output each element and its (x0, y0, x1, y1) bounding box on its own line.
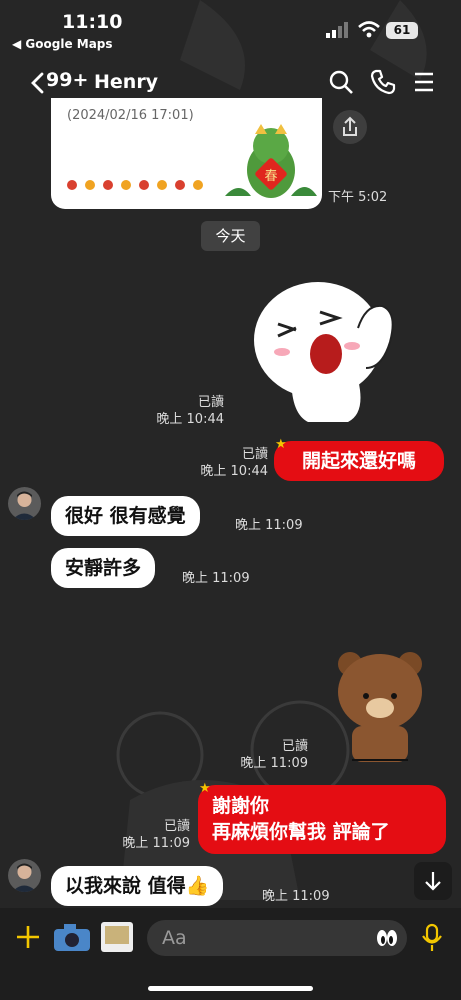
message-input[interactable]: Aa (147, 920, 407, 956)
message-text: 以我來說 值得👍 (65, 875, 210, 897)
decor-dot (121, 180, 131, 190)
signal-icon (326, 22, 348, 38)
read-receipt: 已讀 晚上 10:44 (190, 446, 268, 480)
read-label: 已讀 (163, 819, 190, 834)
message-time: 晚上 10:44 (200, 464, 268, 479)
outgoing-message-bubble[interactable]: 謝謝你 再麻煩你幫我 評論了 (198, 785, 446, 854)
sticker-image[interactable] (248, 272, 398, 424)
decor-dot (139, 180, 149, 190)
incoming-message-bubble[interactable]: 安靜許多 (51, 548, 156, 588)
message-text: 開起來還好嗎 (301, 450, 416, 472)
unread-count: 99+ (46, 69, 89, 91)
share-button[interactable] (333, 110, 367, 144)
card-date: (2024/02/16 17:01) (67, 108, 194, 123)
message-time: 晚上 11:09 (122, 836, 190, 851)
avatar[interactable] (8, 859, 41, 892)
decor-dot (175, 180, 185, 190)
photo-icon[interactable] (99, 920, 135, 954)
shared-content-card[interactable]: (2024/02/16 17:01) 春 (51, 98, 322, 209)
read-label: 已讀 (281, 739, 308, 754)
phone-icon[interactable] (369, 68, 397, 96)
read-receipt: 已讀 晚上 11:09 (236, 738, 308, 772)
read-label: 已讀 (241, 447, 268, 462)
sticker-icon[interactable] (375, 927, 399, 949)
decor-dot (85, 180, 95, 190)
plus-icon[interactable] (15, 924, 41, 950)
scroll-to-bottom-button[interactable] (414, 862, 452, 900)
star-icon: ★ (199, 781, 211, 796)
message-text: 安靜許多 (65, 557, 142, 579)
incoming-message-bubble[interactable]: 以我來說 值得👍 (51, 866, 224, 906)
message-time: 晚上 11:09 (262, 889, 330, 904)
wifi-icon (358, 21, 380, 38)
dragon-illustration: 春 (225, 124, 317, 198)
camera-icon[interactable] (52, 922, 92, 952)
mic-icon[interactable] (421, 923, 443, 953)
clock: 11:10 (62, 11, 123, 33)
read-label: 已讀 (197, 395, 224, 410)
decor-dot (67, 180, 77, 190)
read-receipt: 已讀 晚上 11:09 (118, 818, 190, 852)
contact-name: Henry (94, 71, 159, 93)
message-time: 晚上 11:09 (182, 571, 250, 586)
date-divider: 今天 (201, 221, 260, 251)
star-icon: ★ (275, 437, 287, 452)
message-text-line: 謝謝你 (212, 795, 270, 817)
avatar-image (12, 863, 37, 892)
avatar-image (12, 491, 37, 520)
avatar[interactable] (8, 487, 41, 520)
chevron-down-icon (425, 872, 441, 891)
decor-dot (157, 180, 167, 190)
share-icon (343, 116, 357, 136)
outgoing-message-bubble[interactable]: 開起來還好嗎 (274, 441, 444, 481)
message-time: 下午 5:02 (328, 190, 388, 205)
battery-indicator: 61 (386, 22, 418, 39)
message-text: 很好 很有感覺 (65, 505, 186, 527)
input-placeholder: Aa (162, 927, 187, 949)
chevron-left-icon (31, 72, 44, 94)
home-indicator (148, 986, 313, 991)
read-receipt: 已讀 晚上 10:44 (150, 394, 224, 428)
message-time: 晚上 10:44 (156, 412, 224, 427)
message-time: 晚上 11:09 (235, 518, 303, 533)
decor-dot (193, 180, 203, 190)
sticker-image[interactable] (330, 648, 430, 766)
stamp-char: 春 (264, 169, 277, 184)
menu-icon[interactable] (410, 68, 438, 96)
message-input-bar: Aa (0, 908, 461, 1000)
search-icon[interactable] (327, 68, 355, 96)
status-bar: 11:10 ◀ Google Maps 61 (0, 0, 461, 58)
message-time: 晚上 11:09 (240, 756, 308, 771)
incoming-message-bubble[interactable]: 很好 很有感覺 (51, 496, 200, 536)
message-text-line: 再麻煩你幫我 評論了 (212, 821, 390, 843)
back-to-app-link[interactable]: ◀ Google Maps (12, 37, 113, 51)
decor-dot (103, 180, 113, 190)
